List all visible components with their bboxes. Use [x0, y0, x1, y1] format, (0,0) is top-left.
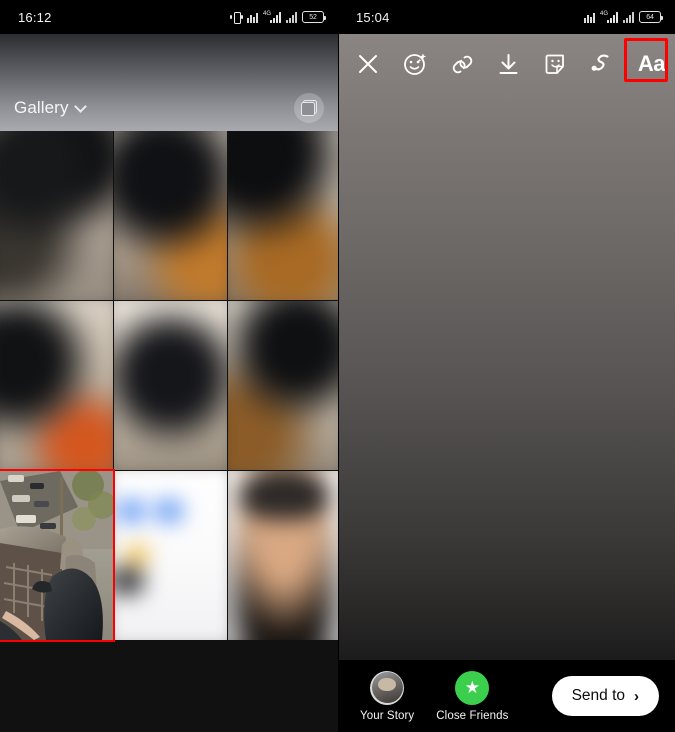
battery-level: 52: [309, 13, 317, 21]
story-editor-screen: 15:04 4G 64 Aa Your Story ★ Close Friend…: [338, 0, 675, 732]
gallery-item[interactable]: [0, 301, 113, 470]
network-4g-icon: 4G: [600, 11, 618, 23]
panel-divider: [338, 0, 339, 732]
gallery-item[interactable]: [0, 131, 113, 300]
gallery-item[interactable]: [114, 471, 227, 640]
effects-icon: [404, 53, 427, 75]
link-icon: [452, 55, 472, 73]
close-friends-button[interactable]: ★ Close Friends: [436, 670, 509, 722]
sticker-button[interactable]: [532, 41, 579, 88]
send-to-button[interactable]: Send to ›: [551, 676, 659, 716]
avatar: [370, 670, 405, 705]
gallery-item[interactable]: [114, 301, 227, 470]
send-to-label: Send to: [571, 687, 625, 704]
vibrate-icon: [229, 11, 242, 24]
gallery-picker-screen: 16:12 4G 52 Gallery: [0, 0, 338, 732]
text-button[interactable]: Aa: [623, 38, 675, 88]
download-button[interactable]: [485, 41, 532, 88]
sticker-icon: [545, 54, 565, 74]
status-icons: 4G 52: [229, 11, 326, 24]
close-friends-icon: ★: [455, 670, 490, 705]
gallery-album-selector[interactable]: Gallery: [14, 98, 87, 118]
signal-bars-icon: [623, 11, 634, 23]
status-bar-left: 16:12 4G 52: [0, 0, 338, 34]
gallery-item-selected[interactable]: [0, 469, 115, 642]
chevron-down-icon: [73, 99, 87, 113]
signal-bars-icon: [286, 11, 297, 23]
draw-icon: [591, 54, 609, 71]
gallery-item[interactable]: [114, 131, 227, 300]
selected-photo-thumbnail: [0, 471, 113, 640]
battery-icon: 52: [302, 11, 326, 23]
link-button[interactable]: [439, 41, 486, 88]
gallery-title: Gallery: [14, 98, 69, 117]
battery-icon: 64: [639, 11, 663, 23]
share-bar: Your Story ★ Close Friends Send to ›: [338, 660, 675, 732]
chevron-right-icon: ›: [634, 687, 639, 705]
status-bar-right: 15:04 4G 64: [338, 0, 675, 34]
editor-toolbar: Aa: [338, 38, 675, 88]
dual-screenshot: 16:12 4G 52 Gallery 15:04 4G 64 Aa Your …: [0, 0, 675, 732]
gallery-item[interactable]: [228, 471, 338, 640]
your-story-button[interactable]: Your Story: [360, 670, 415, 722]
status-time: 16:12: [18, 9, 52, 25]
gallery-item[interactable]: [228, 301, 338, 470]
effects-button[interactable]: [392, 41, 439, 88]
gallery-header: Gallery: [0, 34, 338, 131]
your-story-label: Your Story: [360, 709, 415, 722]
multi-select-button[interactable]: [294, 93, 324, 123]
draw-button[interactable]: [579, 41, 626, 88]
close-button[interactable]: [345, 41, 392, 88]
network-4g-icon: 4G: [263, 11, 281, 23]
close-icon: [359, 55, 378, 73]
sim-signal-icon: [246, 12, 258, 23]
text-icon: Aa: [637, 51, 666, 76]
multi-select-icon: [301, 100, 317, 116]
gallery-item[interactable]: [228, 131, 338, 300]
close-friends-label: Close Friends: [436, 709, 509, 722]
status-icons: 4G 64: [583, 11, 663, 23]
status-time: 15:04: [356, 9, 390, 25]
download-icon: [499, 53, 518, 74]
sim-signal-icon: [583, 12, 595, 23]
battery-level: 64: [646, 13, 654, 21]
editor-canvas: [338, 34, 675, 732]
gallery-grid: [0, 131, 338, 732]
